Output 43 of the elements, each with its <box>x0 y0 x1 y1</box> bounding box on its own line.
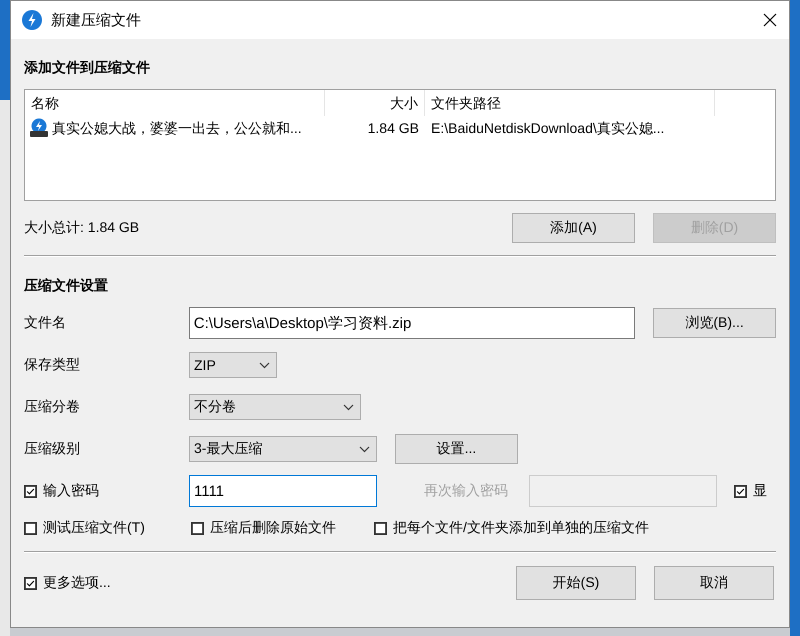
table-cell-text: 1.84 GB <box>366 119 420 138</box>
window-title: 新建压缩文件 <box>51 10 142 30</box>
column-header[interactable]: 文件夹路径 <box>425 90 715 116</box>
password-field[interactable]: 1111 <box>189 475 377 507</box>
chevron-icon <box>359 446 370 452</box>
checkbox[interactable] <box>24 484 37 498</box>
app-icon <box>21 9 43 31</box>
checkbox[interactable] <box>24 576 37 590</box>
close-icon[interactable] <box>763 13 777 27</box>
dropdown[interactable]: 不分卷 <box>189 394 361 420</box>
filename-field[interactable]: C:\Users\a\Desktop\学习资料.zip <box>188 307 636 339</box>
section-heading: 压缩文件设置 <box>24 276 109 295</box>
checkbox-label: 输入密码 <box>43 482 99 500</box>
checkbox-label: 把每个文件/文件夹添加到单独的压缩文件 <box>393 519 649 537</box>
total-size: 大小总计: 1.84 GB <box>24 219 140 237</box>
dropdown[interactable]: ZIP <box>189 352 277 378</box>
checkbox-label: 更多选项... <box>43 574 111 592</box>
chevron-icon <box>343 404 354 410</box>
field-label: 保存类型 <box>24 356 81 374</box>
table-cell-text: E:\BaiduNetdiskDownload\真实公媳... <box>430 119 666 138</box>
start-button[interactable]: 开始(S) <box>516 566 636 600</box>
checkbox-label: 测试压缩文件(T) <box>43 519 145 537</box>
column-header[interactable]: 大小 <box>325 90 425 116</box>
field-label: 文件名 <box>24 314 67 332</box>
checkbox-label: 压缩后删除原始文件 <box>210 519 336 537</box>
column-header[interactable]: 名称 <box>25 90 325 116</box>
field-label: 压缩分卷 <box>24 398 81 416</box>
add-button[interactable]: 添加(A) <box>512 213 635 243</box>
settings-button[interactable]: 设置... <box>395 434 518 464</box>
zip-file-icon <box>29 118 49 138</box>
file-name: 真实公媳大战，婆婆一出去，公公就和... <box>52 119 302 138</box>
checkbox[interactable] <box>374 522 387 534</box>
field-label: 再次输入密码 <box>424 482 509 500</box>
section-heading: 添加文件到压缩文件 <box>24 58 151 77</box>
checkbox[interactable] <box>734 484 747 498</box>
cancel-button[interactable]: 取消 <box>654 566 774 600</box>
checkbox[interactable] <box>191 522 204 534</box>
checkbox-label: 显 <box>753 482 767 500</box>
chevron-icon <box>259 362 270 368</box>
field-label: 压缩级别 <box>24 440 81 458</box>
checkbox[interactable] <box>24 522 37 534</box>
dropdown[interactable]: 3-最大压缩 <box>189 436 377 462</box>
browse-button[interactable]: 浏览(B)... <box>653 308 776 338</box>
